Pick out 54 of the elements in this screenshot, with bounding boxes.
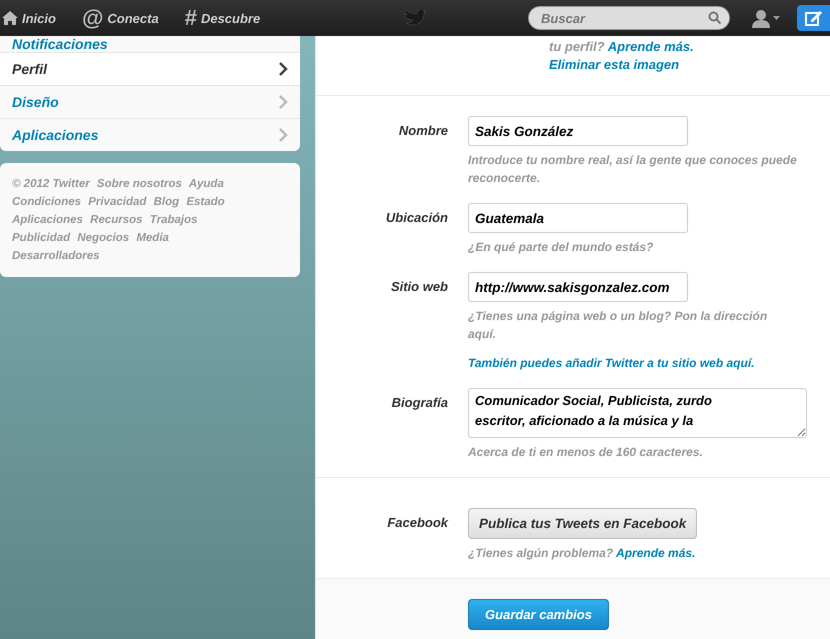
chevron-icon <box>278 62 288 76</box>
footer-link[interactable]: Aplicaciones <box>12 214 83 226</box>
footer-link[interactable]: Publicidad <box>12 232 70 244</box>
footer-link[interactable]: Ayuda <box>188 178 224 190</box>
compose-icon <box>804 10 822 26</box>
footer-link[interactable]: © 2012 Twitter <box>12 178 90 190</box>
text-field[interactable]: Guatemala <box>468 203 688 233</box>
caret-icon <box>773 16 780 20</box>
add-twitter-link[interactable]: También puedes añadir Twitter a tu sitio web aquí. <box>468 354 754 372</box>
footer-link[interactable]: Estado <box>186 196 225 208</box>
photo-note: tu perfil? <box>549 39 605 54</box>
footer-link[interactable]: Desarrolladores <box>12 250 100 262</box>
text-field[interactable]: http://www.sakisgonzalez.com <box>468 272 688 302</box>
field-hint: ¿Tienes una página web o un blog? Pon la dirección aquí. <box>468 308 768 343</box>
settings-menu-item[interactable]: Diseño <box>0 86 300 119</box>
footer-link[interactable]: Media <box>136 232 169 244</box>
settings-menu-item[interactable]: Aplicaciones <box>0 119 300 151</box>
compose-button[interactable] <box>797 5 830 31</box>
nav-glyph: # <box>184 7 197 29</box>
chevron-icon <box>278 128 288 142</box>
field-label: Ubicación <box>384 209 448 227</box>
bio-field[interactable]: Comunicador Social, Publicista, zurdo escritor, aficionado a la música y la <box>468 388 807 438</box>
footer-link[interactable]: Negocios <box>77 232 130 244</box>
footer-link[interactable]: Sobre nosotros <box>96 178 182 190</box>
user-icon <box>752 8 770 28</box>
field-hint: ¿En qué parte del mundo estás? <box>468 239 654 256</box>
field-hint: Acerca de ti en menos de 160 caracteres. <box>468 444 704 461</box>
learn-more-link[interactable]: Aprende más. <box>608 39 694 54</box>
bird-icon <box>402 10 427 26</box>
facebook-button[interactable]: Publica tus Tweets en Facebook <box>468 508 698 539</box>
footer-link[interactable]: Recursos <box>90 214 143 226</box>
footer-link[interactable]: Condiciones <box>12 196 82 208</box>
text-field[interactable]: Sakis González <box>468 116 688 146</box>
remove-image-link[interactable]: Eliminar esta imagen <box>549 57 680 72</box>
field-hint: Introduce tu nombre real, así la gente que conoces puede reconocerte. <box>468 152 798 187</box>
search-field[interactable]: Buscar <box>528 6 730 30</box>
nav-link[interactable]: Inicio <box>0 7 58 29</box>
footer-link[interactable]: Trabajos <box>150 214 198 226</box>
chevron-icon <box>278 95 288 109</box>
settings-menu-item[interactable]: Perfil <box>0 53 300 86</box>
nav-glyph: @ <box>82 7 104 29</box>
nav-link[interactable]: @ Conecta <box>80 7 161 29</box>
nav-link[interactable]: # Descubre <box>182 7 262 29</box>
save-button[interactable]: Guardar cambios <box>468 599 609 630</box>
search-icon <box>708 11 721 24</box>
home-icon <box>2 10 18 26</box>
field-hint: ¿Tienes algún problema? <box>468 546 614 560</box>
field-label: Biografía <box>390 394 448 412</box>
footer-link[interactable]: Blog <box>154 196 180 208</box>
field-label: Sitio web <box>390 278 448 296</box>
learn-more-link[interactable]: Aprende más. <box>616 546 696 560</box>
footer-link[interactable]: Privacidad <box>88 196 146 208</box>
field-label: Nombre <box>398 122 448 140</box>
field-label: Facebook <box>386 514 448 532</box>
